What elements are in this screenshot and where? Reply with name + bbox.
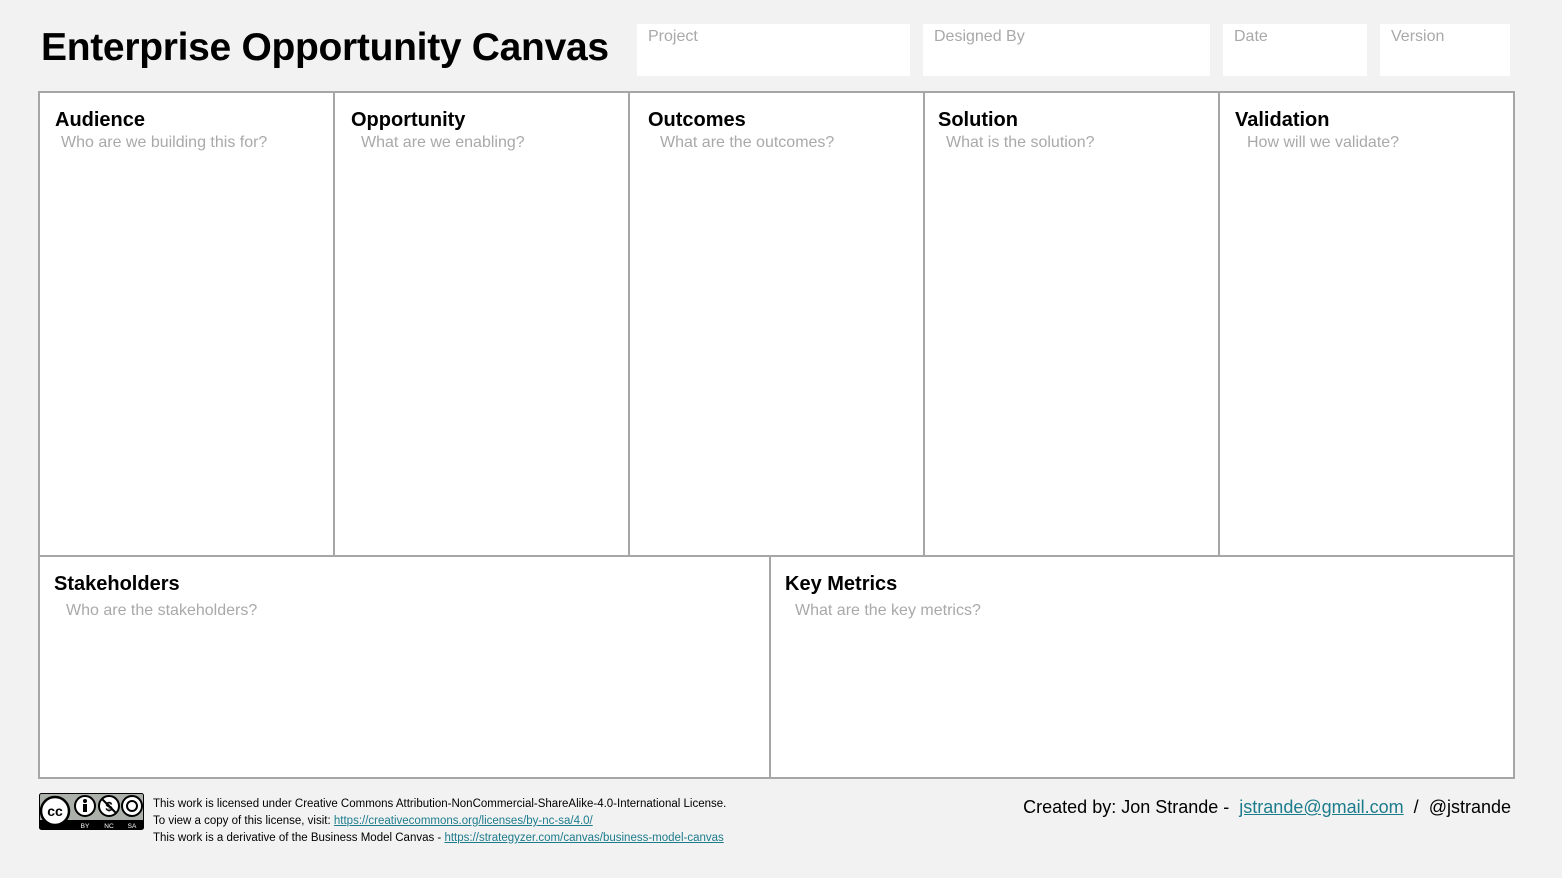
badge-label: SA [128, 823, 137, 830]
key-metrics-title: Key Metrics [785, 573, 898, 595]
license-line-prefix: To view a copy of this license, visit: [153, 815, 334, 827]
license-text: This work is licensed under Creative Com… [153, 796, 726, 847]
designed-by-field[interactable]: Designed By [923, 24, 1210, 76]
project-label: Project [648, 28, 698, 45]
date-label: Date [1234, 28, 1268, 45]
designed-by-label: Designed By [934, 28, 1025, 45]
stakeholders-title: Stakeholders [54, 573, 180, 595]
validation-section[interactable]: Validation How will we validate? [1220, 93, 1513, 555]
license-link[interactable]: https://creativecommons.org/licenses/by-… [334, 815, 593, 827]
page-title: Enterprise Opportunity Canvas [41, 26, 609, 69]
key-metrics-section[interactable]: Key Metrics What are the key metrics? [771, 557, 1513, 777]
canvas-grid: Audience Who are we building this for? O… [38, 91, 1515, 779]
business-model-canvas-link[interactable]: https://strategyzer.com/canvas/business-… [444, 832, 723, 844]
key-metrics-prompt: What are the key metrics? [795, 602, 981, 619]
validation-prompt: How will we validate? [1247, 134, 1400, 151]
badge-label: NC [104, 823, 114, 830]
svg-text:cc: cc [47, 803, 63, 819]
solution-section[interactable]: Solution What is the solution? [925, 93, 1218, 555]
license-line: To view a copy of this license, visit: h… [153, 813, 726, 830]
solution-title: Solution [938, 109, 1018, 131]
validation-title: Validation [1235, 109, 1330, 131]
opportunity-section[interactable]: Opportunity What are we enabling? [335, 93, 628, 555]
license-line: This work is a derivative of the Busines… [153, 830, 726, 847]
version-field[interactable]: Version [1380, 24, 1510, 76]
outcomes-prompt: What are the outcomes? [660, 134, 835, 151]
cc-license-badge-icon[interactable]: cc $ BY NC SA [39, 793, 144, 830]
audience-prompt: Who are we building this for? [61, 134, 268, 151]
badge-label: BY [81, 823, 90, 830]
cc-by-nc-sa-icon: cc $ BY NC SA [39, 793, 144, 830]
audience-section[interactable]: Audience Who are we building this for? [40, 93, 333, 555]
stakeholders-section[interactable]: Stakeholders Who are the stakeholders? [40, 557, 769, 777]
author-handle: @jstrande [1428, 797, 1511, 817]
opportunity-prompt: What are we enabling? [361, 134, 525, 151]
solution-prompt: What is the solution? [946, 134, 1095, 151]
outcomes-title: Outcomes [648, 109, 746, 131]
audience-title: Audience [55, 109, 146, 131]
opportunity-title: Opportunity [351, 109, 466, 131]
derivative-line-prefix: This work is a derivative of the Busines… [153, 832, 445, 844]
outcomes-section[interactable]: Outcomes What are the outcomes? [630, 93, 923, 555]
credit-prefix: Created by: Jon Strande - [1023, 797, 1235, 817]
date-field[interactable]: Date [1223, 24, 1367, 76]
stakeholders-prompt: Who are the stakeholders? [66, 602, 258, 619]
author-credit: Created by: Jon Strande - jstrande@gmail… [1023, 797, 1511, 818]
credit-separator: / [1408, 797, 1424, 817]
project-field[interactable]: Project [637, 24, 910, 76]
author-email-link[interactable]: jstrande@gmail.com [1239, 797, 1403, 817]
license-line: This work is licensed under Creative Com… [153, 798, 727, 810]
version-label: Version [1391, 28, 1445, 45]
